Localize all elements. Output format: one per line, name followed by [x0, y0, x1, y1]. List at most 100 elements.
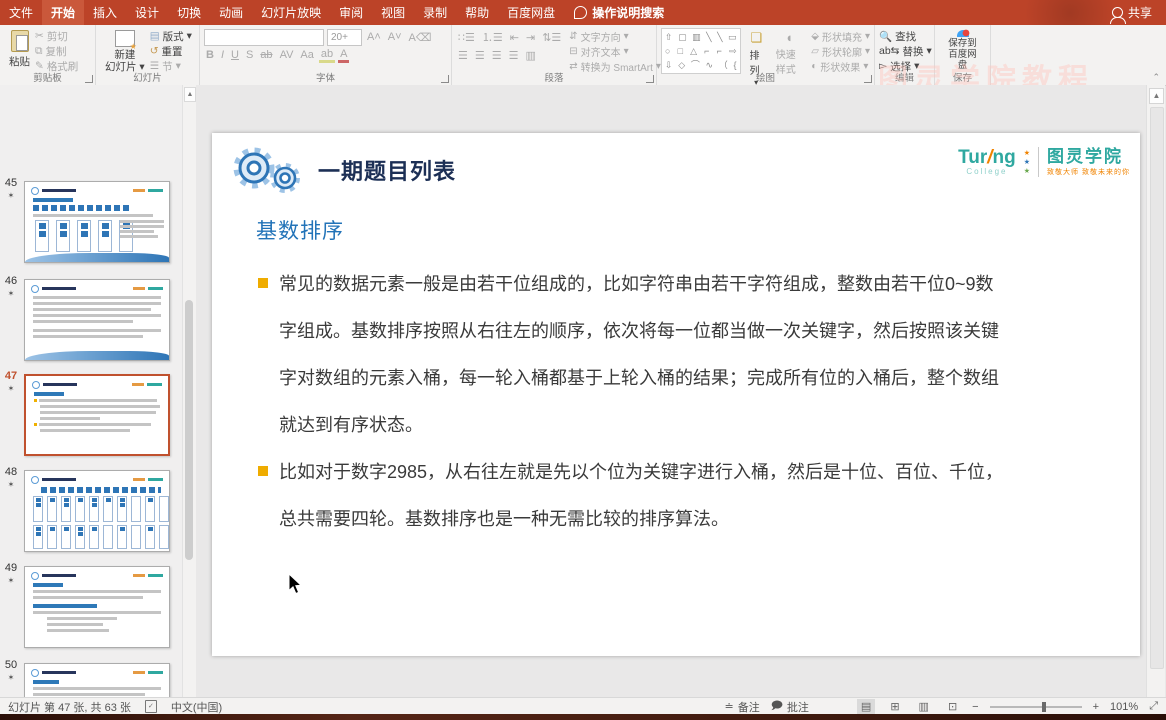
shape-fill-icon: ⬙	[811, 30, 819, 42]
scissors-icon: ✂	[35, 30, 44, 42]
italic-button[interactable]: I	[219, 49, 226, 61]
bold-button[interactable]: B	[204, 49, 216, 61]
clipboard-dialog-launcher[interactable]	[85, 75, 93, 83]
slide-body-textbox[interactable]: 常见的数据元素一般是由若干位组成的，比如字符串由若干字符组成，整数由若干位0~9…	[258, 261, 1106, 543]
spellcheck-icon[interactable]: ✓	[144, 700, 157, 713]
collapse-ribbon-button[interactable]: ⌃	[1152, 72, 1160, 83]
zoom-percentage[interactable]: 101%	[1110, 701, 1138, 713]
thumbnail-slide-49[interactable]	[24, 566, 170, 648]
change-case-button[interactable]: Aa	[298, 49, 315, 61]
group-paragraph: ∷☰ ⒈☰ ⇤ ⇥ ⇅☰ ☰ ☰ ☰ ☰ ▥ ⇵ 文字方向 ▾ ⊟ 对齐文本 ▾ ⇄…	[452, 25, 661, 85]
cut-button[interactable]: ✂ 剪切	[35, 30, 78, 43]
tab-view[interactable]: 视图	[372, 0, 414, 25]
underline-button[interactable]: U	[229, 49, 241, 61]
zoom-slider-thumb[interactable]	[1041, 701, 1046, 712]
shape-outline-button[interactable]: ▱ 形状轮廓 ▾	[811, 45, 870, 59]
thumbnail-slide-46[interactable]	[24, 279, 170, 361]
line-spacing-button[interactable]: ⇅☰	[540, 31, 563, 44]
justify-button[interactable]: ☰	[507, 49, 521, 62]
slide-header[interactable]: 一期题目列表	[228, 145, 456, 195]
slideshow-button[interactable]: ⊡	[944, 699, 961, 714]
shadow-button[interactable]: S	[244, 49, 255, 61]
group-editing: 🔍 查找 ab⇆ 替换 ▾ ▻ 选择 ▾ 编辑	[875, 25, 935, 85]
reset-button[interactable]: ↺ 重置	[150, 45, 192, 58]
tab-home[interactable]: 开始	[42, 0, 85, 25]
tab-slideshow[interactable]: 幻灯片放映	[252, 0, 330, 25]
shrink-font-icon[interactable]: A˅	[386, 31, 404, 43]
normal-view-button[interactable]: ▤	[856, 699, 876, 714]
bullet-item-1: 常见的数据元素一般是由若干位组成的，比如字符串由若干字符组成，整数由若干位0~9…	[258, 261, 1106, 449]
slide-section-heading[interactable]: 基数排序	[256, 215, 344, 245]
increase-indent-button[interactable]: ⇥	[524, 31, 537, 44]
panel-scroll-thumb[interactable]	[185, 300, 193, 560]
grow-font-icon[interactable]: A˄	[365, 31, 383, 43]
thumbnail-slide-45[interactable]	[24, 181, 170, 263]
tell-me-search[interactable]: 操作说明搜索	[564, 0, 674, 25]
decrease-indent-button[interactable]: ⇤	[508, 31, 521, 44]
group-font: 20+ A˄ A˅ A⌫ B I U S ab A︎V Aa ab A 字体	[200, 25, 452, 85]
slide-counter: 幻灯片 第 47 张, 共 63 张	[8, 701, 131, 714]
text-direction-button[interactable]: ⇵ 文字方向 ▾	[569, 30, 661, 44]
thumbnail-slide-48[interactable]	[24, 470, 170, 552]
shape-fill-button[interactable]: ⬙ 形状填充 ▾	[811, 30, 870, 44]
arrange-button[interactable]: ❏ 排列 ▾	[746, 28, 767, 87]
char-spacing-button[interactable]: A︎V	[278, 49, 296, 61]
tab-animations[interactable]: 动画	[210, 0, 252, 25]
align-center-button[interactable]: ☰	[473, 49, 487, 62]
tab-file[interactable]: 文件	[0, 0, 42, 25]
save-to-baidu-button[interactable]: 保存到 百度网盘	[939, 28, 986, 74]
tab-baidu-netdisk[interactable]: 百度网盘	[498, 0, 564, 25]
new-slide-button[interactable]: 新建幻灯片 ▾	[100, 28, 150, 76]
layout-button[interactable]: ▤ 版式 ▾	[150, 30, 192, 43]
person-icon	[1109, 7, 1126, 24]
font-name-input[interactable]	[204, 28, 324, 46]
clear-format-icon[interactable]: A⌫	[407, 31, 434, 44]
highlight-button[interactable]: ab	[318, 48, 336, 63]
slide-sorter-view-button[interactable]: ⊞	[886, 699, 903, 714]
font-size-input[interactable]: 20+	[327, 28, 362, 46]
panel-scroll-up-icon[interactable]: ▲	[184, 87, 196, 102]
clipboard-group-label: 剪贴板	[33, 73, 62, 84]
font-dialog-launcher[interactable]	[441, 75, 449, 83]
align-left-button[interactable]: ☰	[456, 49, 470, 62]
strikethrough-button[interactable]: ab	[258, 49, 274, 61]
shapes-gallery[interactable]: ⇧ ▢ ▥ ╲ ╲ ▭ ○ □ △ ⌐ ⌐ ⇨ ⇩ ◇ ⌒ ∿ （{	[661, 28, 741, 74]
tab-insert[interactable]: 插入	[84, 0, 126, 25]
fit-to-window-icon[interactable]: ⤢	[1149, 700, 1158, 713]
slide-47-canvas[interactable]: 一期题目列表 Tur/ng College ★ ★ ★ 图灵学院 致敬大师 致敬未来…	[212, 133, 1140, 656]
zoom-out-button[interactable]: −	[972, 701, 978, 713]
notes-toggle[interactable]: ≐ 备注	[724, 699, 759, 715]
title-tab-bar: 文件 开始 插入 设计 切换 动画 幻灯片放映 审阅 视图 录制 帮助 百度网盘…	[0, 0, 1166, 38]
tab-help[interactable]: 帮助	[456, 0, 498, 25]
canvas-scroll-up-icon[interactable]: ▲	[1149, 88, 1164, 104]
columns-button[interactable]: ▥	[524, 49, 538, 62]
find-button[interactable]: 🔍 查找	[879, 30, 930, 43]
quick-styles-button[interactable]: ◖ 快速样式	[772, 28, 806, 76]
tab-transitions[interactable]: 切换	[168, 0, 210, 25]
drawing-dialog-launcher[interactable]	[864, 75, 872, 83]
paste-button[interactable]: 粘贴	[4, 28, 35, 76]
paragraph-dialog-launcher[interactable]	[646, 75, 654, 83]
align-right-button[interactable]: ☰	[490, 49, 504, 62]
bullets-button[interactable]: ∷☰	[456, 31, 477, 44]
canvas-scroll-thumb[interactable]	[1150, 107, 1164, 669]
paragraph-group-label: 段落	[544, 73, 564, 84]
numbering-button[interactable]: ⒈☰	[480, 29, 505, 45]
font-color-button[interactable]: A	[338, 48, 350, 63]
tab-design[interactable]: 设计	[126, 0, 168, 25]
panel-scrollbar[interactable]: ▲	[182, 85, 196, 697]
language-indicator[interactable]: 中文(中国)	[171, 699, 222, 715]
new-slide-icon	[114, 30, 137, 51]
reading-view-button[interactable]: ▥	[915, 699, 933, 714]
tab-review[interactable]: 审阅	[330, 0, 372, 25]
zoom-in-button[interactable]: +	[1093, 701, 1099, 713]
paste-label: 粘贴	[9, 56, 30, 68]
align-text-button[interactable]: ⊟ 对齐文本 ▾	[569, 45, 661, 59]
tab-record[interactable]: 录制	[414, 0, 456, 25]
thumbnail-slide-50[interactable]	[24, 663, 170, 697]
thumbnail-slide-47-selected[interactable]	[24, 374, 170, 456]
replace-button[interactable]: ab⇆ 替换 ▾	[879, 45, 932, 58]
canvas-scrollbar[interactable]: ▲	[1146, 85, 1165, 697]
zoom-slider[interactable]	[989, 701, 1082, 712]
copy-button[interactable]: ⧉ 复制	[35, 45, 78, 58]
